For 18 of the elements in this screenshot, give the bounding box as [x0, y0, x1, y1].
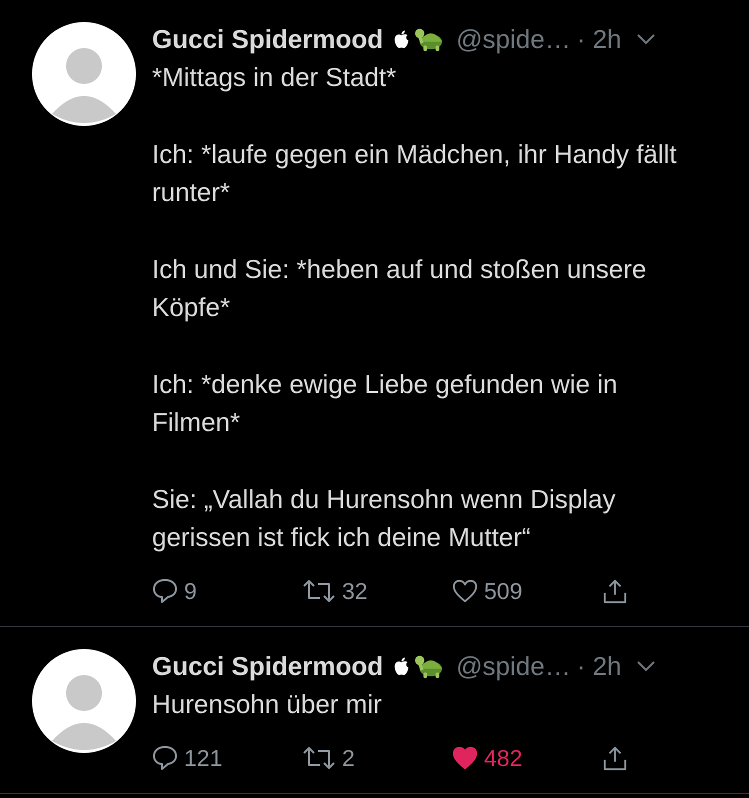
tweet-text: Hurensohn über mir [152, 688, 383, 721]
timestamp: · 2h [576, 650, 622, 682]
tweet-text: Ich und Sie: *heben auf und stoßen unsere Köpfe* [152, 253, 648, 324]
user-handle[interactable]: @spide… [456, 24, 571, 54]
like-count: 482 [484, 744, 522, 772]
tweet-text: Sie: „Vallah du Hurensohn wenn Display gerissen ist fick ich deine Mutter“ [152, 483, 616, 554]
user-name[interactable]: Gucci Spidermood [152, 650, 384, 682]
tweet-text: *Mittags in der Stadt* [152, 61, 398, 94]
reply-count: 121 [184, 744, 222, 772]
user-name[interactable]: Gucci Spidermood [152, 24, 384, 54]
like-count: 509 [484, 578, 522, 604]
tweet-text: Ich: *denke ewige Liebe gefunden wie in Filmen* [152, 368, 618, 439]
reply-count: 9 [184, 578, 197, 604]
timestamp: · 2h [576, 24, 622, 54]
retweet-count: 2 [342, 744, 355, 772]
retweet-count: 32 [342, 578, 368, 604]
tweet-text: Ich: *laufe gegen ein Mädchen, ihr Handy fällt runter* [152, 138, 678, 209]
user-handle[interactable]: @spide… [456, 650, 571, 682]
